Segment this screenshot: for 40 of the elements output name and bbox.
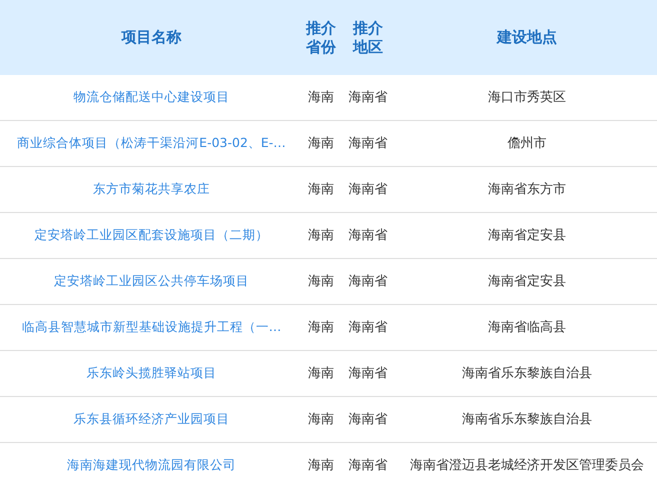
- project-link[interactable]: 定安塔岭工业园区配套设施项目（二期）: [34, 226, 268, 245]
- province-cell-text: 海南: [308, 134, 334, 153]
- region-cell-text: 海南省: [348, 364, 388, 383]
- province-cell-text: 海南: [308, 88, 334, 107]
- column-header: 建设地点: [497, 28, 557, 47]
- project-link[interactable]: 商业综合体项目（松涛干渠沿河E-03-02、E-…: [17, 134, 286, 153]
- project-link[interactable]: 物流仓储配送中心建设项目: [74, 88, 230, 107]
- column-header: 推介省份: [305, 18, 337, 56]
- project-link[interactable]: 乐东岭头揽胜驿站项目: [86, 364, 216, 383]
- province-cell-text: 海南: [308, 456, 334, 475]
- location-cell-text: 海南省乐东黎族自治县: [462, 364, 592, 383]
- location-cell-text: 儋州市: [508, 134, 546, 153]
- region-cell-text: 海南省: [348, 456, 388, 475]
- location-cell-text: 海南省东方市: [488, 180, 566, 199]
- province-cell-text: 海南: [308, 226, 334, 245]
- region-cell-text: 海南省: [348, 272, 388, 291]
- province-cell-text: 海南: [308, 318, 334, 337]
- column-header: 项目名称: [122, 28, 182, 47]
- project-link[interactable]: 定安塔岭工业园区公共停车场项目: [54, 272, 249, 291]
- project-link[interactable]: 东方市菊花共享农庄: [93, 180, 210, 199]
- region-cell-text: 海南省: [348, 318, 388, 337]
- region-cell-text: 海南省: [348, 134, 388, 153]
- region-cell-text: 海南省: [348, 410, 388, 429]
- location-cell-text: 海口市秀英区: [488, 88, 566, 107]
- project-link[interactable]: 临高县智慧城市新型基础设施提升工程（一…: [22, 318, 282, 337]
- region-cell-text: 海南省: [348, 180, 388, 199]
- province-cell-text: 海南: [308, 410, 334, 429]
- location-cell-text: 海南省澄迈县老城经济开发区管理委员会: [410, 456, 644, 475]
- location-cell-text: 海南省定安县: [488, 226, 566, 245]
- location-cell-text: 海南省临高县: [488, 318, 566, 337]
- region-cell-text: 海南省: [348, 226, 388, 245]
- project-link[interactable]: 海南海建现代物流园有限公司: [67, 456, 236, 475]
- column-header: 推介地区: [352, 18, 384, 56]
- location-cell-text: 海南省定安县: [488, 272, 566, 291]
- region-cell-text: 海南省: [348, 88, 388, 107]
- province-cell-text: 海南: [308, 272, 334, 291]
- province-cell-text: 海南: [308, 180, 334, 199]
- location-cell-text: 海南省乐东黎族自治县: [462, 410, 592, 429]
- project-link[interactable]: 乐东县循环经济产业园项目: [74, 410, 230, 429]
- province-cell-text: 海南: [308, 364, 334, 383]
